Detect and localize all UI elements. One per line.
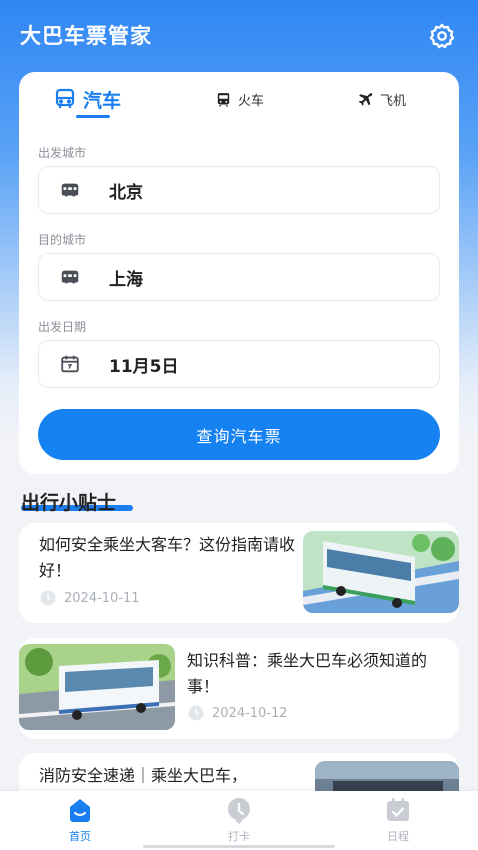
article-date: 2024-10-12 — [187, 704, 288, 722]
article-title: 消防安全速递｜乘坐大巴车， — [39, 766, 248, 785]
app-title: 大巴车票管家 — [20, 24, 152, 48]
tab-train[interactable]: 火车 — [215, 84, 264, 114]
nav-schedule-label: 日程 — [387, 830, 409, 843]
departure-label: 出发城市 — [38, 146, 87, 160]
departure-date-field[interactable]: 11月5日 — [38, 340, 440, 388]
clock-icon — [227, 798, 250, 824]
nav-checkin[interactable]: 打卡 — [209, 795, 269, 845]
tab-plane[interactable]: 飞机 — [357, 84, 406, 114]
home-indicator — [143, 845, 335, 848]
article-title: 知识科普：乘坐大巴车必须知道的事！ — [187, 651, 428, 696]
plane-icon — [358, 92, 373, 106]
active-tab-indicator — [76, 115, 110, 118]
article-date-text: 2024-10-11 — [64, 590, 140, 606]
tips-section-title: 出行小贴士 — [21, 492, 117, 514]
bus-illustration — [19, 644, 175, 730]
gear-icon[interactable] — [428, 22, 456, 50]
article-thumbnail — [19, 644, 175, 730]
nav-home-label: 首页 — [69, 830, 91, 843]
tab-bus-label: 汽车 — [83, 89, 122, 112]
clock-icon — [40, 590, 56, 606]
date-label: 出发日期 — [38, 320, 87, 334]
bus-icon — [55, 88, 75, 108]
search-bus-tickets-button[interactable]: 查询汽车票 — [38, 409, 440, 460]
destination-city-field[interactable]: 上海 — [38, 253, 440, 301]
app-header: 大巴车票管家 — [0, 0, 478, 70]
bottom-navigation: 首页 打卡 日程 — [0, 791, 478, 850]
nav-checkin-label: 打卡 — [228, 830, 250, 843]
tab-plane-label: 飞机 — [380, 93, 407, 109]
train-icon — [217, 92, 230, 107]
transport-tabs: 汽车 火车 飞机 — [19, 72, 459, 128]
article-date-text: 2024-10-12 — [212, 705, 288, 721]
departure-city-value: 北京 — [109, 182, 143, 203]
home-icon — [70, 799, 90, 822]
destination-city-value: 上海 — [109, 269, 143, 290]
destination-label: 目的城市 — [38, 233, 87, 247]
bus-icon — [61, 183, 79, 197]
calendar-icon — [61, 355, 79, 373]
article-thumbnail — [303, 531, 459, 613]
calendar-icon — [387, 798, 409, 821]
departure-date-value: 11月5日 — [109, 356, 179, 377]
article-card[interactable]: 如何安全乘坐大客车？这份指南请收好！ 2024-10-11 — [19, 523, 459, 623]
tab-train-label: 火车 — [238, 93, 265, 109]
article-card[interactable]: 知识科普：乘坐大巴车必须知道的事！ 2024-10-12 — [19, 638, 459, 739]
tab-bus[interactable]: 汽车 — [53, 84, 121, 114]
clock-icon — [188, 705, 204, 721]
bus-icon — [61, 270, 79, 284]
nav-schedule[interactable]: 日程 — [368, 795, 428, 845]
article-date: 2024-10-11 — [39, 589, 140, 607]
article-title: 如何安全乘坐大客车？这份指南请收好！ — [39, 535, 296, 580]
ticket-search-card: 汽车 火车 飞机 出发城市 北京 目的城市 上海 出发日期 11月5日 查询汽车… — [19, 72, 459, 474]
departure-city-field[interactable]: 北京 — [38, 166, 440, 214]
nav-home[interactable]: 首页 — [50, 795, 110, 845]
bus-illustration — [303, 531, 459, 613]
